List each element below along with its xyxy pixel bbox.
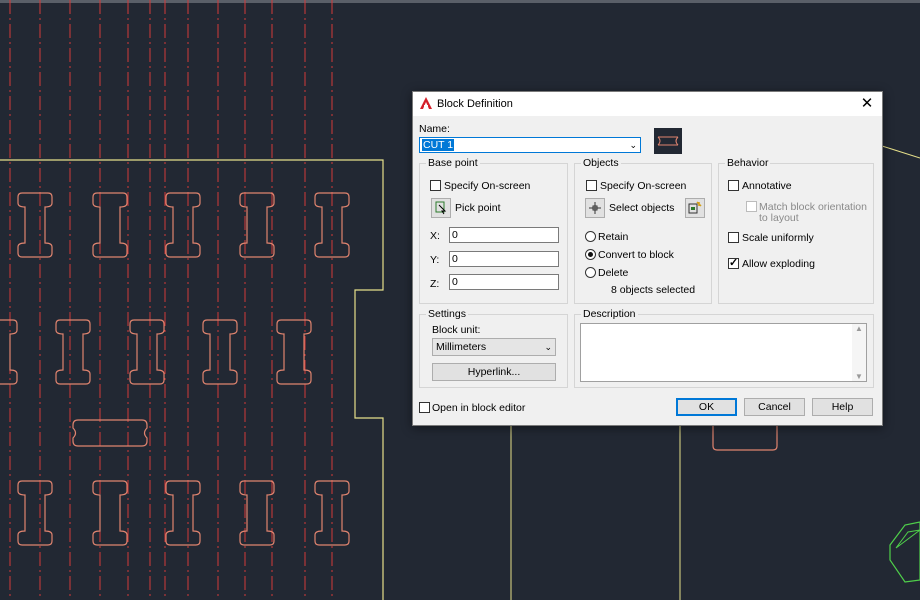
- allow-exploding-label: Allow exploding: [742, 258, 815, 270]
- objects-selected-status: 8 objects selected: [611, 284, 696, 296]
- cut-shape-10: [17, 480, 53, 546]
- z-input[interactable]: 0: [449, 274, 559, 290]
- y-label: Y:: [430, 254, 440, 266]
- base-point-specify-checkbox[interactable]: [430, 180, 441, 191]
- delete-radio[interactable]: [585, 267, 596, 278]
- z-label: Z:: [430, 278, 440, 290]
- dialog-title: Block Definition: [437, 98, 513, 110]
- allow-exploding-checkbox[interactable]: [728, 256, 739, 269]
- cancel-button[interactable]: Cancel: [744, 398, 805, 416]
- pick-point-icon: [435, 201, 447, 215]
- dialog-titlebar[interactable]: Block Definition ✕: [413, 92, 882, 116]
- block-unit-select[interactable]: Millimeters ⌄: [432, 338, 556, 356]
- autocad-logo-icon: [420, 97, 432, 109]
- select-objects-button[interactable]: [585, 198, 605, 218]
- cut-shape-7: [129, 319, 165, 385]
- cut-shape-5: [0, 319, 18, 385]
- name-value: CUT 1: [422, 139, 455, 151]
- convert-to-block-label: Convert to block: [598, 249, 674, 261]
- close-button[interactable]: ✕: [852, 92, 882, 116]
- description-title: Description: [581, 308, 638, 320]
- quick-select-button[interactable]: [685, 198, 705, 218]
- scale-uniformly-label: Scale uniformly: [742, 232, 814, 244]
- ok-button[interactable]: OK: [676, 398, 737, 416]
- chevron-down-icon: ⌄: [544, 342, 552, 352]
- quick-select-icon: [688, 201, 702, 214]
- cut-shapes: [0, 192, 350, 546]
- block-definition-dialog: Block Definition ✕ Name: CUT 1 ⌄ Base po…: [412, 91, 883, 426]
- cut-shape-11: [92, 480, 128, 546]
- objects-specify-label: Specify On-screen: [600, 180, 687, 192]
- scale-uniformly-checkbox[interactable]: [728, 232, 739, 243]
- base-point-title: Base point: [426, 157, 480, 169]
- description-scrollbar[interactable]: ▲ ▼: [852, 324, 866, 381]
- pick-point-label: Pick point: [455, 202, 501, 214]
- help-button[interactable]: Help: [812, 398, 873, 416]
- block-preview-icon: [654, 128, 682, 154]
- annotative-label: Annotative: [742, 180, 792, 192]
- chevron-down-icon[interactable]: ⌄: [629, 138, 637, 152]
- objects-specify-checkbox[interactable]: [586, 180, 597, 191]
- cut-shape-1: [92, 192, 128, 258]
- name-combobox[interactable]: CUT 1 ⌄: [419, 137, 641, 153]
- convert-to-block-radio[interactable]: [585, 249, 596, 260]
- retain-label: Retain: [598, 231, 629, 243]
- scroll-up-icon[interactable]: ▲: [855, 324, 863, 333]
- name-label: Name:: [419, 123, 450, 135]
- match-orientation-label-2: to layout: [759, 212, 799, 224]
- base-point-specify-label: Specify On-screen: [444, 180, 531, 192]
- settings-title: Settings: [426, 308, 468, 320]
- cut-shape-horizontal: [72, 419, 148, 447]
- delete-label: Delete: [598, 267, 629, 279]
- cut-shape-12: [165, 480, 201, 546]
- y-input[interactable]: 0: [449, 251, 559, 267]
- open-in-block-editor-checkbox[interactable]: [419, 402, 430, 413]
- block-unit-value: Millimeters: [436, 341, 487, 353]
- block-unit-label: Block unit:: [432, 324, 481, 336]
- pick-point-button[interactable]: [431, 198, 451, 218]
- cut-shape-0: [17, 192, 53, 258]
- scroll-down-icon[interactable]: ▼: [855, 372, 863, 381]
- select-objects-label: Select objects: [609, 202, 675, 214]
- x-label: X:: [430, 230, 440, 242]
- retain-radio[interactable]: [585, 231, 596, 242]
- x-input[interactable]: 0: [449, 227, 559, 243]
- description-textarea[interactable]: ▲ ▼: [580, 323, 867, 382]
- centerlines: [9, 0, 333, 600]
- hyperlink-button[interactable]: Hyperlink...: [432, 363, 556, 381]
- cut-shape-8: [202, 319, 238, 385]
- boundary-line-right: [881, 145, 920, 159]
- cut-shape-partial: [712, 424, 778, 451]
- behavior-title: Behavior: [725, 157, 771, 169]
- objects-title: Objects: [581, 157, 621, 169]
- cut-shape-2: [165, 192, 201, 258]
- match-orientation-checkbox[interactable]: [746, 201, 757, 212]
- cut-shape-9: [276, 319, 312, 385]
- cut-shape-6: [55, 319, 91, 385]
- crosshair-icon: [589, 202, 601, 214]
- boundary-polyline-left: [0, 159, 384, 600]
- annotative-checkbox[interactable]: [728, 180, 739, 191]
- open-in-block-editor-label: Open in block editor: [432, 402, 526, 414]
